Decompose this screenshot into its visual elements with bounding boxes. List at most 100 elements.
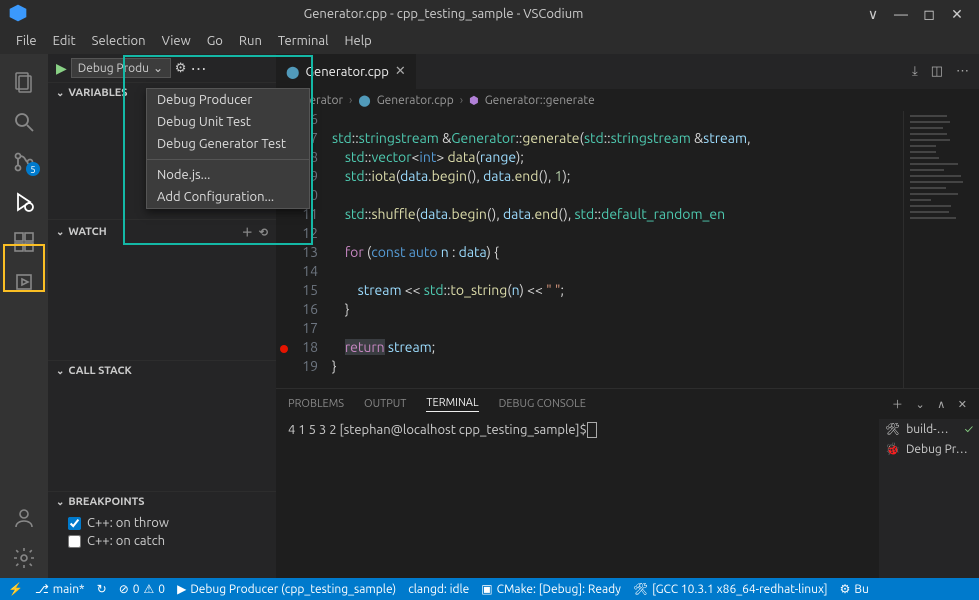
menu-edit[interactable]: Edit <box>45 34 84 48</box>
breakpoint-row[interactable]: C++: on throw <box>68 514 268 532</box>
breakpoints-section-header[interactable]: ⌄ BREAKPOINTS <box>48 492 276 512</box>
clangd-status[interactable]: clangd: idle <box>408 583 469 596</box>
terminal-output[interactable]: 4 1 5 3 2 [stephan@localhost cpp_testing… <box>276 419 879 578</box>
problems-status[interactable]: ⊘ 0 ⚠ 0 <box>119 582 165 596</box>
terminal-instance-label: build-… <box>906 423 958 436</box>
callstack-section-header[interactable]: ⌄ CALL STACK <box>48 361 276 381</box>
minimize-button[interactable]: ∨ <box>859 6 887 23</box>
code-editor[interactable]: 678910111213141516171819 std::stringstre… <box>276 111 979 388</box>
terminal-prompt: [stephan@localhost cpp_testing_sample]$ <box>340 423 587 437</box>
extensions-icon[interactable] <box>0 222 48 262</box>
watch-section-header[interactable]: ⌄ WATCH ＋ ⟲ <box>48 220 276 244</box>
launch-menu-item[interactable]: Add Configuration... <box>147 186 309 208</box>
editor-area: ⬤ Generator.cpp ✕ ⤓ ◫ ⋯ Generator › ⬤ Ge… <box>276 54 979 578</box>
breakpoint-label: C++: on catch <box>87 534 165 548</box>
more-actions-icon[interactable]: ⋯ <box>956 64 969 78</box>
menu-terminal[interactable]: Terminal <box>270 34 337 48</box>
sync-status[interactable]: ↻ <box>97 582 107 596</box>
scm-badge: 5 <box>26 162 40 176</box>
check-icon: ✓ <box>965 423 973 436</box>
section-title: BREAKPOINTS <box>68 496 268 508</box>
menu-go[interactable]: Go <box>199 34 231 48</box>
more-actions-icon[interactable]: ⋯ <box>190 59 206 78</box>
remote-status[interactable]: ⚡ <box>8 582 23 596</box>
account-icon[interactable] <box>0 498 48 538</box>
maximize-panel-button[interactable]: ∧ <box>937 399 945 411</box>
launch-settings-gear-icon[interactable]: ⚙ <box>175 61 187 76</box>
menu-separator <box>147 159 309 160</box>
minimize-button[interactable]: — <box>887 6 915 22</box>
minimap[interactable] <box>903 111 979 388</box>
section-title: CALL STACK <box>68 365 268 377</box>
build-status[interactable]: ⚙ Bu <box>840 582 869 596</box>
tab-label: Generator.cpp <box>305 65 388 79</box>
test-icon[interactable] <box>0 262 48 302</box>
status-bar: ⚡ ⎇ main* ↻ ⊘ 0 ⚠ 0 ▶ Debug Producer (cp… <box>0 578 979 600</box>
chevron-right-icon: › <box>349 94 352 107</box>
launch-menu-item[interactable]: Node.js... <box>147 164 309 186</box>
panel-tab-problems[interactable]: PROBLEMS <box>288 398 344 410</box>
kit-status[interactable]: 🛠 [GCC 10.3.1 x86_64-redhat-linux] <box>633 582 828 596</box>
cpp-file-icon: ⬤ <box>358 94 370 107</box>
maximize-button[interactable]: ◻ <box>915 6 943 23</box>
close-tab-button[interactable]: ✕ <box>395 64 406 79</box>
cursor <box>587 422 597 438</box>
compare-icon[interactable]: ⤓ <box>912 64 918 78</box>
menu-selection[interactable]: Selection <box>84 34 154 48</box>
terminal-instance[interactable]: 🐞 Debug Pr… <box>879 439 979 459</box>
chevron-right-icon: › <box>460 94 463 107</box>
chevron-down-icon: ⌄ <box>56 87 64 99</box>
add-watch-button[interactable]: ＋ <box>242 227 253 239</box>
wrench-icon: 🛠 <box>885 422 900 436</box>
menu-run[interactable]: Run <box>231 34 270 48</box>
launch-menu-item[interactable]: Debug Unit Test <box>147 111 309 133</box>
terminal-text: 4 1 5 3 2 <box>288 423 340 437</box>
debug-sidebar: ▶ Debug Produ ⌄ ⚙ ⋯ Debug ProducerDebug … <box>48 54 276 578</box>
panel-tab-output[interactable]: OUTPUT <box>364 398 406 410</box>
git-branch-status[interactable]: ⎇ main* <box>35 582 85 596</box>
close-window-button[interactable]: ✕ <box>943 6 971 23</box>
cmake-status[interactable]: ▣ CMake: [Debug]: Ready <box>481 582 621 596</box>
split-editor-icon[interactable]: ◫ <box>931 64 943 78</box>
new-terminal-button[interactable]: ＋ <box>892 399 903 411</box>
search-icon[interactable] <box>0 102 48 142</box>
breakpoint-row[interactable]: C++: on catch <box>68 532 268 550</box>
terminal-list: 🛠 build-… ✓ 🐞 Debug Pr… <box>879 419 979 578</box>
breakpoint-checkbox[interactable] <box>68 535 81 548</box>
method-icon: ⬢ <box>469 94 479 107</box>
launch-menu-item[interactable]: Debug Producer <box>147 89 309 111</box>
menu-view[interactable]: View <box>154 34 199 48</box>
source-control-icon[interactable]: 5 <box>0 142 48 182</box>
start-debug-button[interactable]: ▶ <box>56 60 67 77</box>
launch-menu-item[interactable]: Debug Generator Test <box>147 133 309 155</box>
breadcrumb-symbol: Generator::generate <box>485 94 595 107</box>
menu-help[interactable]: Help <box>336 34 379 48</box>
run-debug-icon[interactable] <box>0 182 48 222</box>
editor-tab[interactable]: ⬤ Generator.cpp ✕ <box>276 54 417 89</box>
panel-tab-debug-console[interactable]: DEBUG CONSOLE <box>499 398 586 410</box>
breakpoint-dot[interactable] <box>280 345 288 353</box>
titlebar: Generator.cpp - cpp_testing_sample - VSC… <box>0 0 979 28</box>
terminal-instance-label: Debug Pr… <box>906 443 973 456</box>
menu-file[interactable]: File <box>8 34 45 48</box>
panel-tab-terminal[interactable]: TERMINAL <box>426 397 478 412</box>
chevron-down-icon: ⌄ <box>56 226 64 238</box>
section-title: WATCH <box>68 226 235 238</box>
panel: PROBLEMSOUTPUTTERMINALDEBUG CONSOLE ＋ ⌄ … <box>276 388 979 578</box>
window-title: Generator.cpp - cpp_testing_sample - VSC… <box>28 7 859 21</box>
close-panel-button[interactable]: ✕ <box>958 399 967 411</box>
settings-gear-icon[interactable] <box>0 538 48 578</box>
breadcrumb-file: Generator.cpp <box>377 94 454 107</box>
launch-config-dropdown[interactable]: Debug Produ ⌄ <box>71 58 171 78</box>
explorer-icon[interactable] <box>0 62 48 102</box>
activity-bar: 5 <box>0 54 48 578</box>
collapse-all-button[interactable]: ⟲ <box>259 227 268 239</box>
chevron-down-icon: ⌄ <box>56 496 64 508</box>
launch-config-menu: Debug ProducerDebug Unit TestDebug Gener… <box>146 88 310 209</box>
terminal-dropdown-icon[interactable]: ⌄ <box>915 399 924 411</box>
debug-launch-status[interactable]: ▶ Debug Producer (cpp_testing_sample) <box>177 582 396 596</box>
breakpoint-checkbox[interactable] <box>68 517 81 530</box>
bug-icon: 🐞 <box>885 442 900 456</box>
terminal-instance[interactable]: 🛠 build-… ✓ <box>879 419 979 439</box>
breadcrumb[interactable]: Generator › ⬤ Generator.cpp › ⬢ Generato… <box>276 89 979 111</box>
